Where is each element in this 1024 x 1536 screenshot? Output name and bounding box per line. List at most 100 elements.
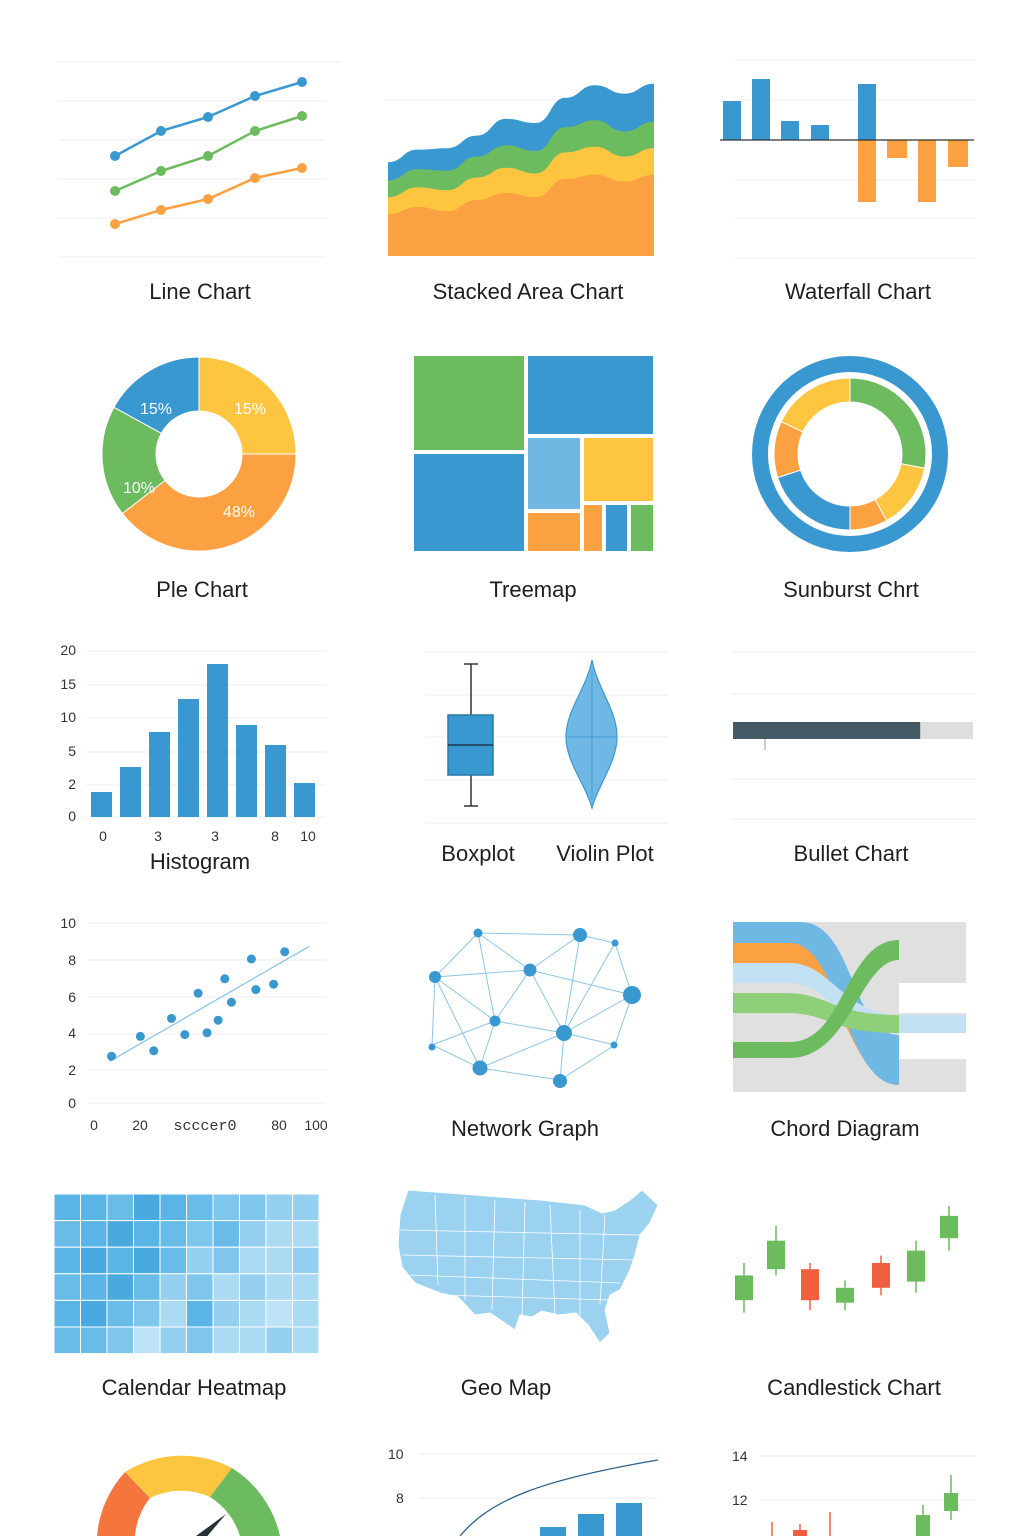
candle	[793, 1530, 807, 1536]
heatmap-cell	[239, 1193, 267, 1222]
pie-slice-label: 15%	[140, 401, 172, 418]
line-point	[156, 166, 166, 176]
candle-body	[872, 1263, 890, 1288]
network-graph	[428, 928, 641, 1088]
scatter-point	[107, 1051, 117, 1061]
line-point	[110, 186, 120, 196]
heatmap-cell	[53, 1299, 81, 1328]
x-tick-label: 10	[300, 828, 316, 844]
heatmap-cell	[106, 1273, 134, 1301]
scatter-point	[269, 979, 279, 989]
waterfall-bar	[752, 79, 770, 140]
histogram: 2015105200 3 3 8 10	[60, 642, 326, 844]
histogram-panel: 20 15 10 5 2 0 0 3 3 8 10 Histogram	[0, 630, 340, 885]
scatter-point	[280, 947, 290, 957]
calendar-heatmap	[53, 1193, 320, 1355]
bar	[616, 1503, 642, 1536]
y-tick: 14	[732, 1448, 748, 1464]
waterfall-bar	[858, 140, 876, 202]
heatmap-cell	[133, 1193, 161, 1222]
y-tick-label: 10	[60, 915, 76, 931]
heatmap-cell	[186, 1193, 214, 1222]
pie-slice-label: 10%	[123, 480, 155, 497]
treemap-tile	[582, 436, 655, 503]
violin-plot	[565, 659, 618, 811]
label-violin-plot: Violin Plot	[556, 841, 654, 866]
label-bullet-chart: Bullet Chart	[793, 841, 909, 866]
heatmap-cell	[53, 1193, 81, 1222]
mini-candlestick: 14 12	[732, 1448, 976, 1536]
line-point	[203, 112, 213, 122]
y-tick-label: 10	[60, 709, 76, 725]
heatmap-cell	[212, 1246, 240, 1275]
histogram-bar	[207, 664, 228, 817]
trend-line	[108, 945, 310, 1063]
calendar-panel: Calendar Heatmap	[0, 1175, 340, 1415]
bullet-chart	[732, 651, 976, 820]
line-point	[110, 219, 120, 229]
waterfall-bar	[858, 84, 876, 140]
scatter-point	[135, 1031, 145, 1041]
bottom-middle-panel: 10 8	[340, 1440, 680, 1536]
heatmap-cell	[265, 1326, 293, 1355]
boxplot-violin	[425, 651, 668, 824]
label-chord-diagram: Chord Diagram	[770, 1116, 920, 1141]
histogram-bar	[120, 767, 141, 817]
box-violin-panel: Boxplot Violin Plot	[340, 630, 680, 885]
heatmap-cell	[292, 1273, 320, 1301]
candle-body	[767, 1240, 785, 1270]
bottom-right-panel: 14 12	[680, 1440, 1024, 1536]
chord-panel: Chord Diagram	[680, 905, 1024, 1155]
histogram-bar	[149, 732, 170, 817]
line-point	[203, 151, 213, 161]
y-tick-label: 2	[68, 776, 76, 792]
gauge-panel	[0, 1440, 340, 1536]
x-tick-label: 0	[99, 828, 107, 844]
waterfall-bar	[948, 140, 968, 167]
histogram-bar	[178, 699, 199, 817]
treemap-panel: Treemap	[340, 340, 680, 620]
treemap-tile	[526, 436, 582, 511]
line-point	[156, 126, 166, 136]
x-tick-label: scccer0	[173, 1118, 236, 1135]
heatmap-cell	[53, 1246, 81, 1275]
scatter-plot: 10864200 20 scccer0 80 100	[60, 915, 327, 1135]
heatmap-cell	[239, 1273, 267, 1301]
candlestick-chart	[735, 1205, 958, 1313]
waterfall-bar	[723, 101, 741, 140]
heatmap-cell	[80, 1326, 108, 1355]
candle-body	[907, 1250, 925, 1282]
waterfall-bar	[918, 140, 936, 202]
candle-body	[735, 1275, 753, 1301]
heatmap-cell	[80, 1220, 108, 1248]
y-tick-label: 2	[68, 1062, 76, 1078]
heatmap-cell	[292, 1220, 320, 1248]
pie-chart: 15% 48% 10% 15%	[101, 356, 297, 552]
heatmap-cell	[292, 1326, 320, 1355]
candle-body	[801, 1269, 819, 1301]
line-point	[203, 194, 213, 204]
heatmap-cell	[212, 1326, 240, 1355]
scatter-point	[166, 1013, 176, 1023]
heatmap-cell	[239, 1299, 267, 1328]
treemap-tile	[412, 452, 526, 553]
line-chart	[58, 61, 340, 258]
heatmap-cell	[80, 1246, 108, 1275]
scatter-point	[246, 954, 256, 964]
heatmap-cell	[159, 1326, 187, 1355]
heatmap-cell	[265, 1273, 293, 1301]
y-tick-label: 20	[60, 642, 76, 658]
heatmap-cell	[106, 1246, 134, 1275]
y-tick-label: 6	[68, 989, 76, 1005]
scatter-point	[180, 1030, 190, 1040]
heatmap-cell	[53, 1220, 81, 1248]
heatmap-cell	[106, 1299, 134, 1328]
chord-diagram	[733, 922, 966, 1092]
scatter-point	[213, 1015, 223, 1025]
scatter-point	[251, 985, 261, 995]
waterfall-chart	[720, 59, 976, 259]
heatmap-cell	[212, 1193, 240, 1222]
heatmap-cell	[239, 1220, 267, 1248]
pie-slice-label: 48%	[223, 504, 255, 521]
treemap-tile	[526, 354, 655, 436]
